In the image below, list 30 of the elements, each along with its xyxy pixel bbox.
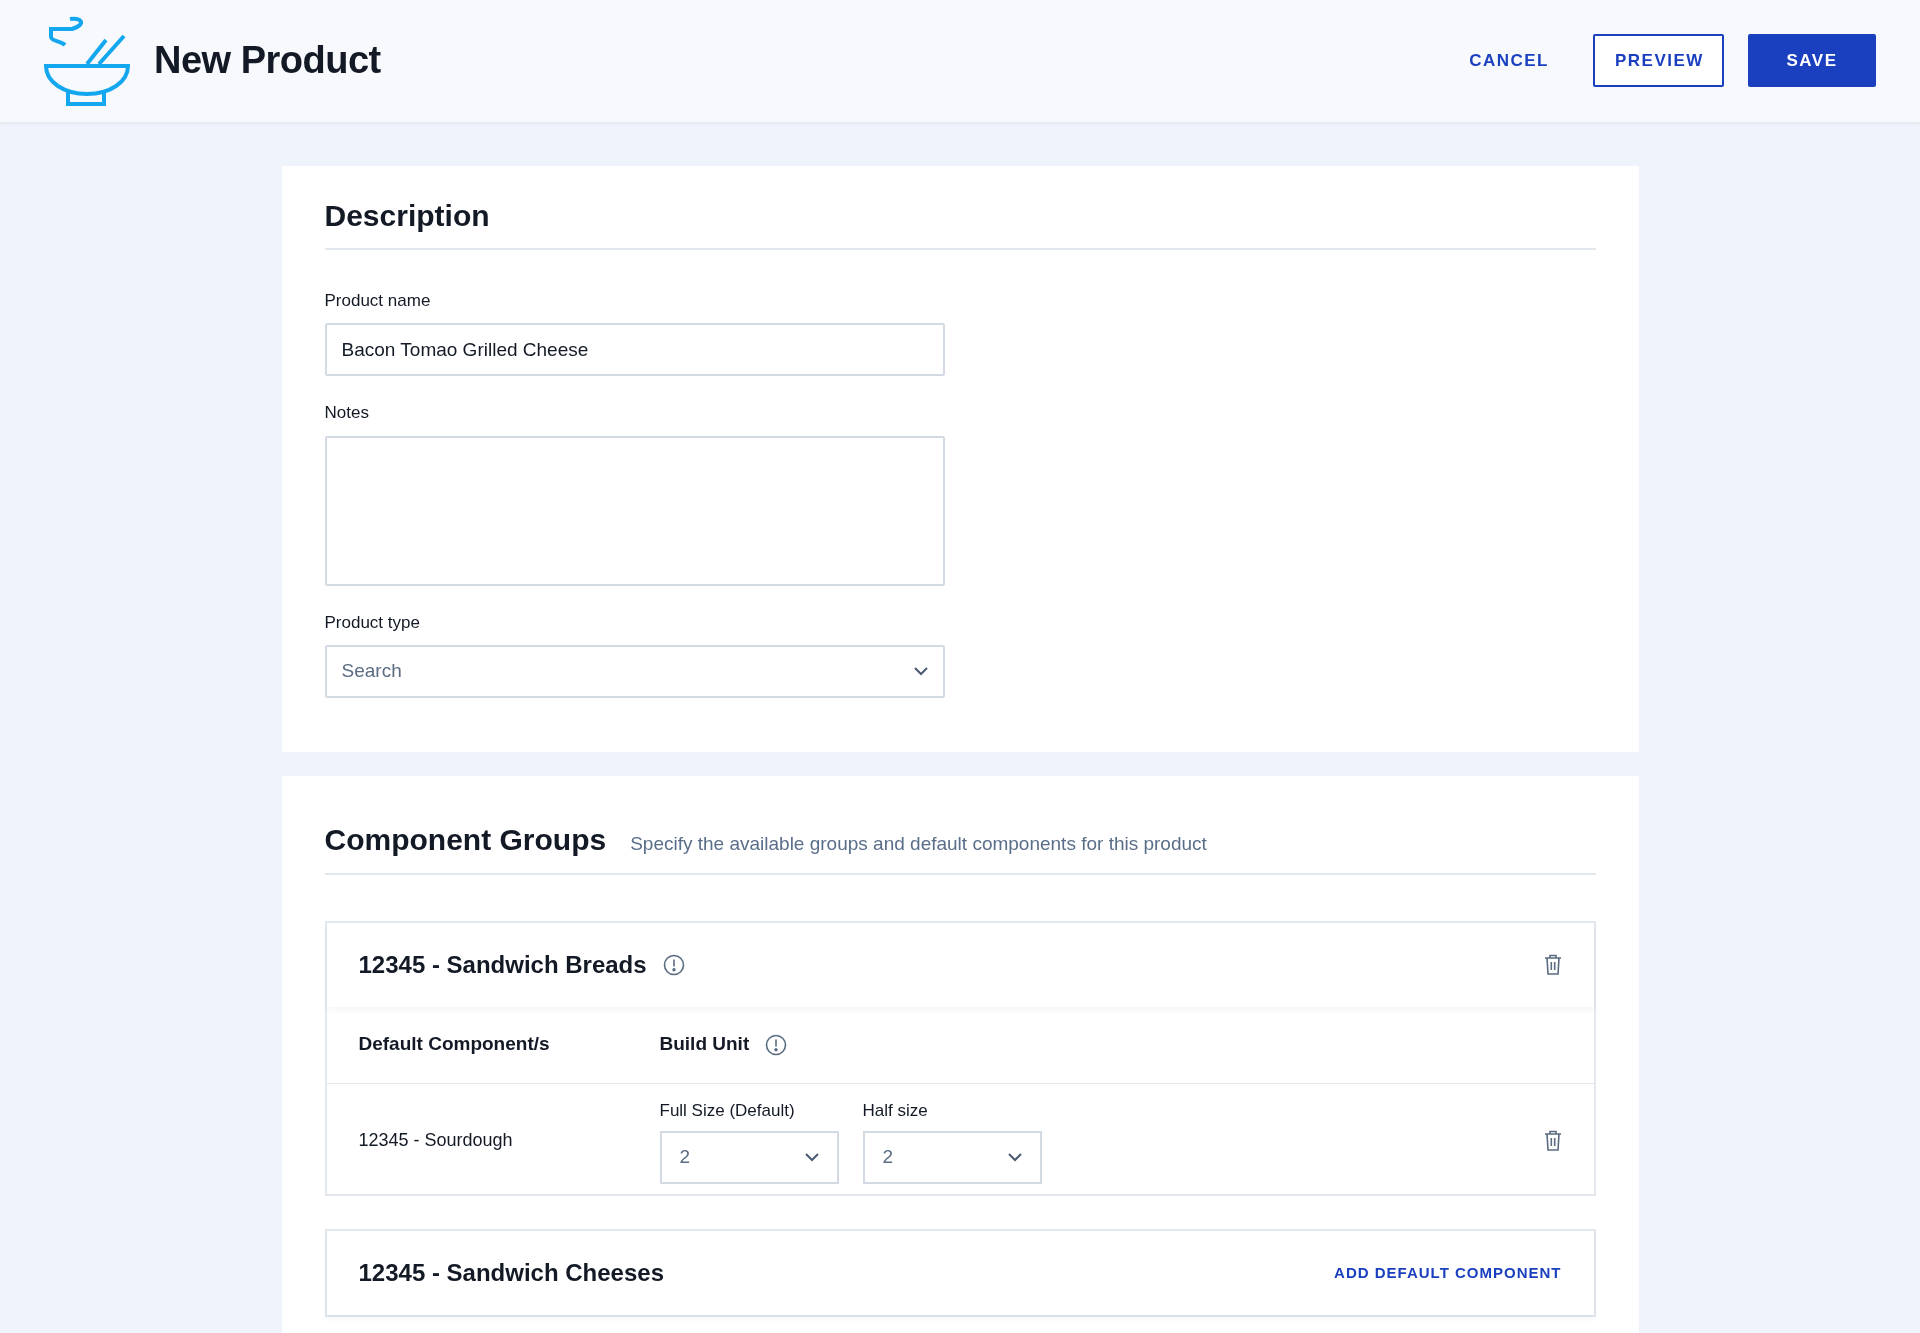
field-label: Product type [324, 611, 421, 634]
field-label: Notes [324, 402, 370, 425]
add-component-link[interactable]: ADD DEFAULT COMPONENT [1334, 1261, 1562, 1285]
trash-icon[interactable] [1543, 1130, 1562, 1152]
component-name: 12345 - Sourdough [358, 1129, 514, 1153]
notes-field[interactable] [324, 435, 945, 586]
save-button[interactable]: SAVE [1748, 34, 1876, 88]
trash-icon[interactable] [1543, 954, 1562, 976]
group-title: 12345 - Sandwich Cheeses [358, 1258, 664, 1289]
text-field[interactable]: Bacon Tomao Grilled Cheese [324, 323, 945, 377]
cancel-button[interactable]: CANCEL [1449, 34, 1569, 88]
section-description: Specify the available groups and default components for this product [630, 832, 1207, 857]
chevron-down-icon [804, 1153, 819, 1163]
section-title: Description [324, 197, 491, 234]
unit-select[interactable]: 2 [862, 1131, 1042, 1185]
unit-select[interactable]: 2 [659, 1131, 839, 1185]
section-title: Component Groups [324, 822, 607, 859]
column-header: Default Component/s [358, 1032, 551, 1057]
unit-label: Half size [862, 1099, 929, 1122]
noodle-bowl-logo-icon [44, 15, 130, 106]
select-field[interactable]: Search [324, 645, 945, 699]
chevron-down-icon [913, 667, 928, 677]
column-header: Build Unit [659, 1032, 750, 1057]
group-title: 12345 - Sandwich Breads [358, 949, 647, 980]
unit-label: Full Size (Default) [659, 1099, 796, 1122]
page-title: New Product [154, 38, 381, 84]
chevron-down-icon [1007, 1153, 1022, 1163]
field-label: Product name [324, 289, 432, 312]
preview-button[interactable]: PREVIEW [1593, 34, 1724, 88]
info-icon [765, 1033, 788, 1056]
